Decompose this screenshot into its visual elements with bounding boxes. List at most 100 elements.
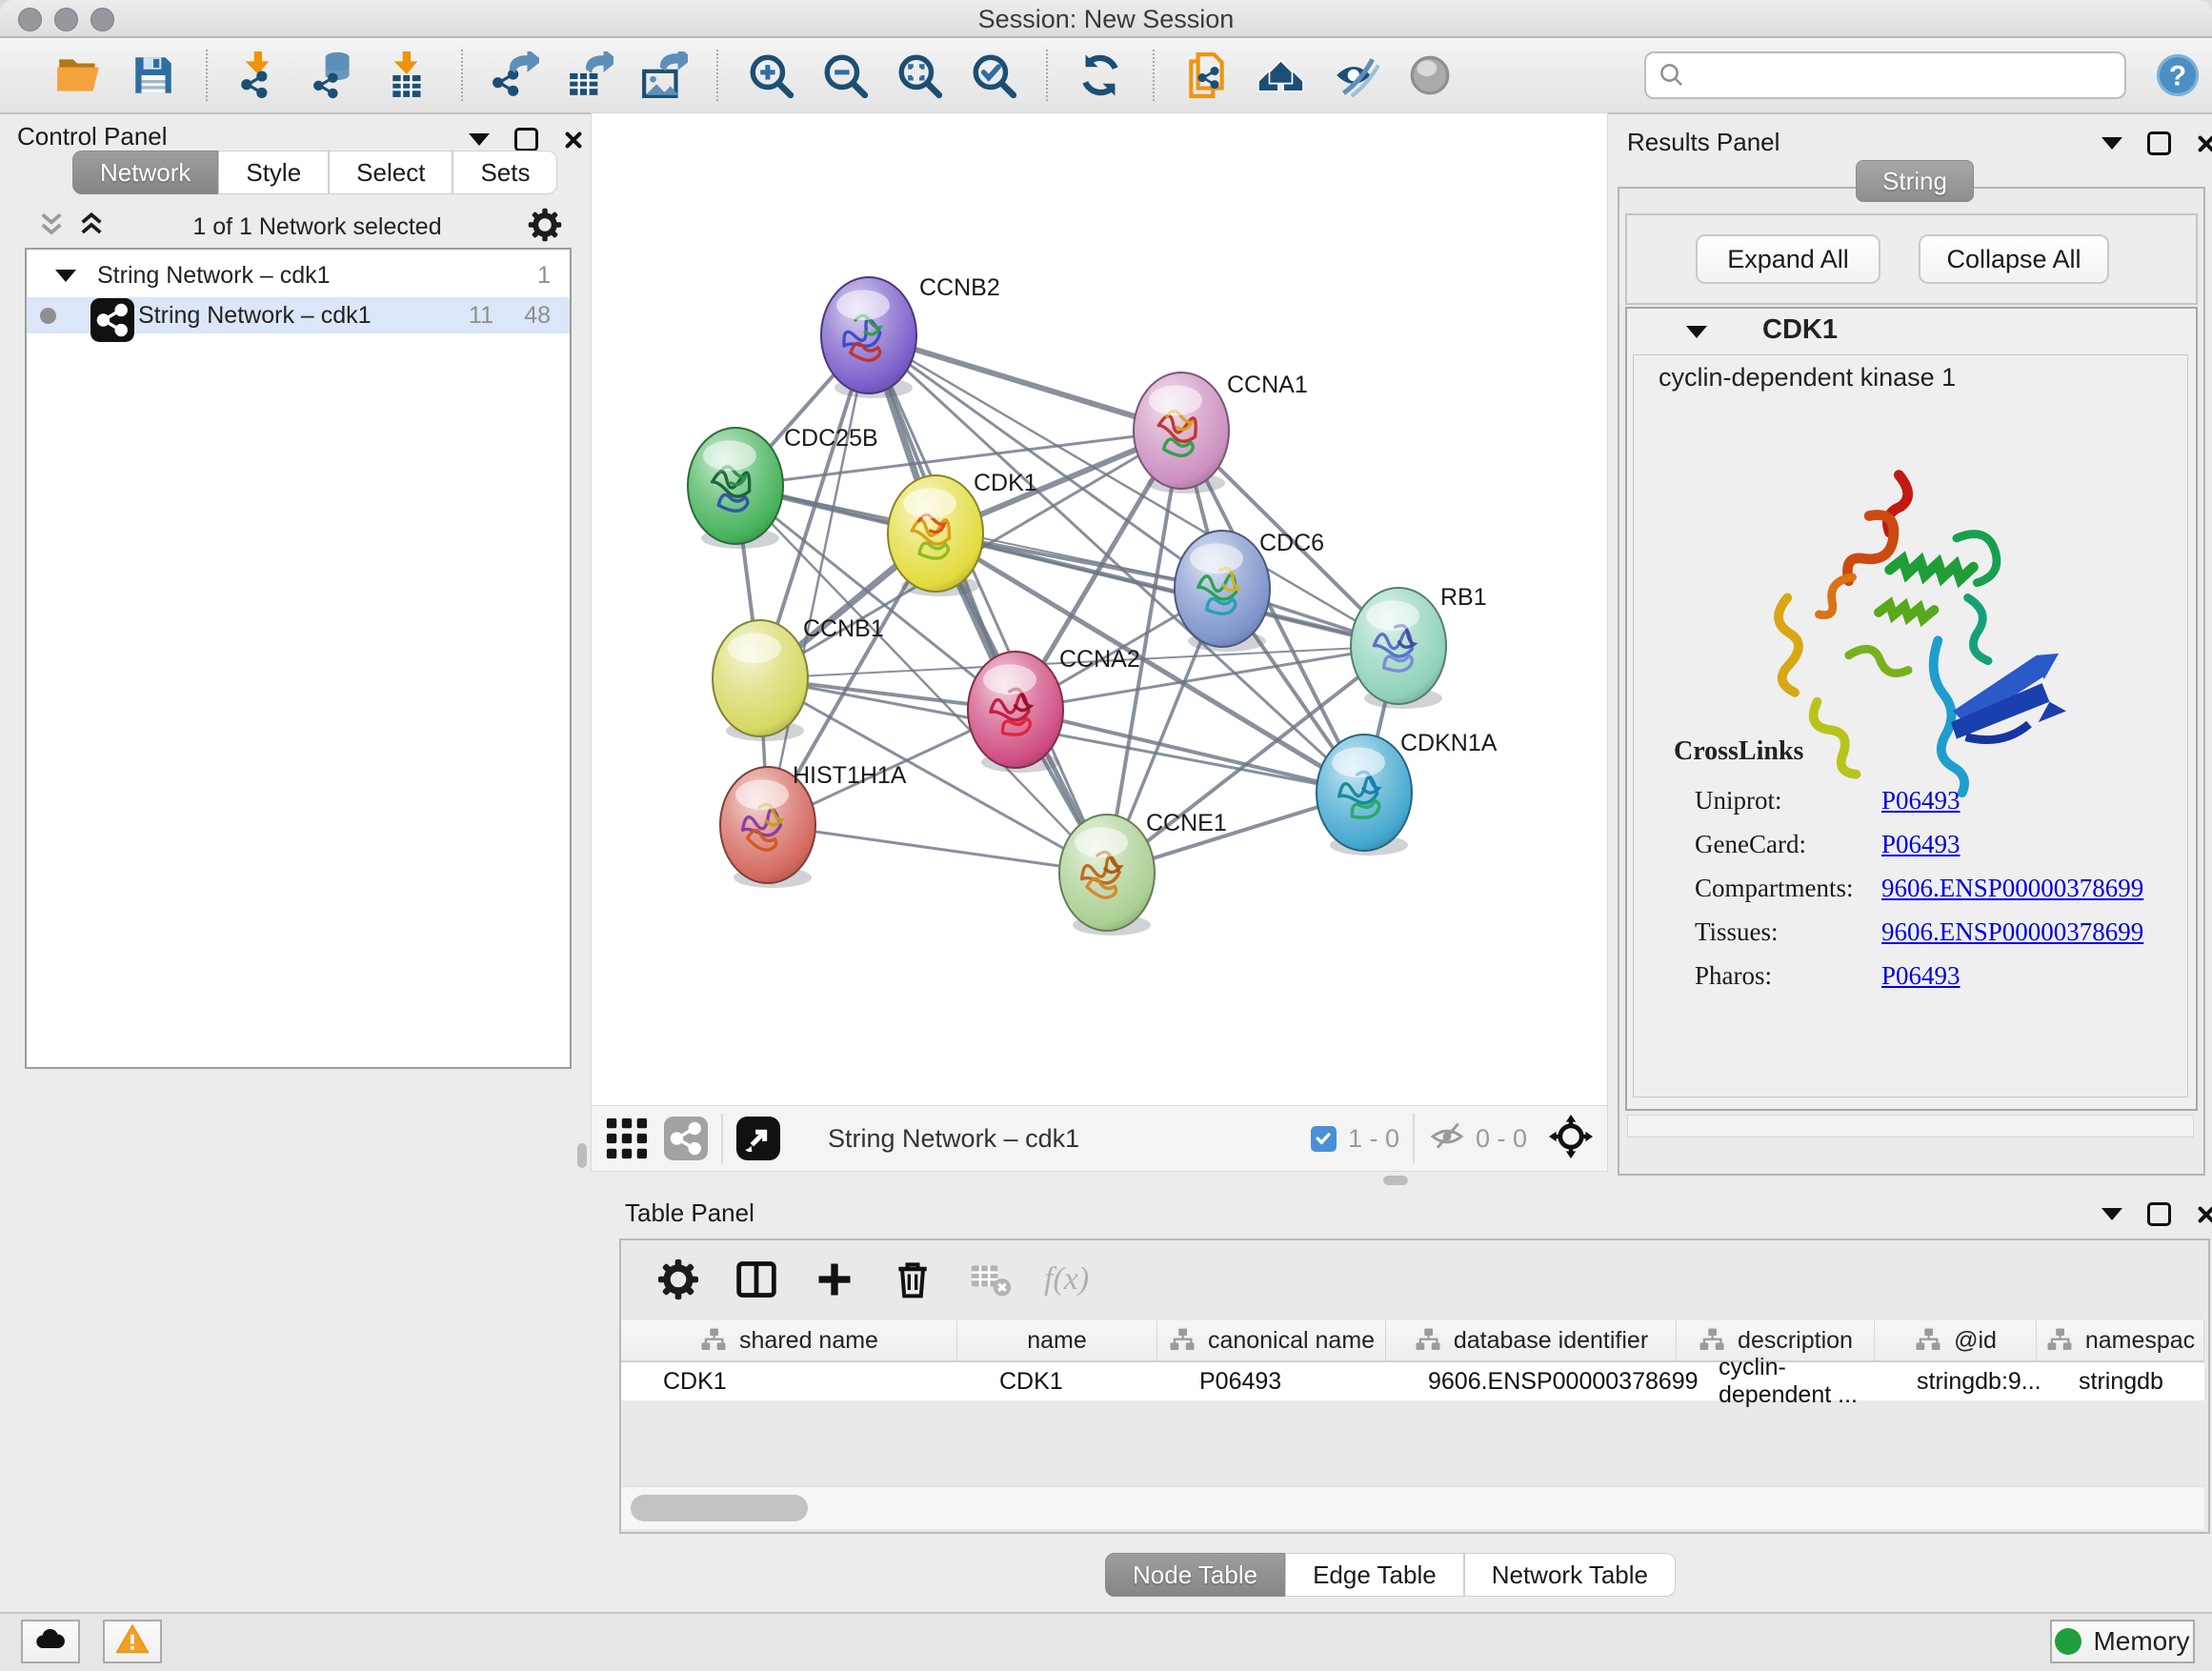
scrollbar-thumb[interactable]: [631, 1495, 808, 1521]
warnings-button[interactable]: [103, 1620, 162, 1663]
tab-edge-table[interactable]: Edge Table: [1285, 1553, 1464, 1597]
vertical-splitter-grip[interactable]: [577, 1143, 587, 1168]
sphere-button[interactable]: [1403, 49, 1457, 102]
global-search-input[interactable]: [1644, 51, 2126, 99]
horizontal-splitter-grip[interactable]: [1383, 1176, 1408, 1185]
crosslink-link[interactable]: P06493: [1881, 786, 1961, 815]
export-network-button[interactable]: [489, 49, 542, 102]
float-panel-icon[interactable]: [2147, 131, 2171, 155]
memory-button[interactable]: Memory: [2050, 1620, 2195, 1663]
column-header-namespac[interactable]: namespac: [2037, 1320, 2204, 1360]
export-image-button[interactable]: [637, 49, 691, 102]
network-node-CCNB2[interactable]: CCNB2: [821, 274, 1000, 398]
collapse-panel-icon[interactable]: [2101, 1208, 2122, 1220]
delete-table-icon: [966, 1255, 1016, 1304]
grid-view-icon[interactable]: [605, 1117, 649, 1160]
hide-unhide-button[interactable]: [1329, 49, 1382, 102]
collapse-all-button[interactable]: Collapse All: [1919, 234, 2109, 284]
tab-select[interactable]: Select: [329, 151, 452, 194]
table-row[interactable]: CDK1CDK1P064939606.ENSP00000378699cyclin…: [621, 1362, 2204, 1400]
network-node-CDC25B[interactable]: CDC25B: [688, 425, 878, 549]
table-cell[interactable]: stringdb:9...: [1875, 1362, 2037, 1400]
table-cell[interactable]: stringdb: [2037, 1362, 2204, 1400]
tab-network-table[interactable]: Network Table: [1464, 1553, 1676, 1597]
results-hscrollbar[interactable]: [1627, 1115, 2194, 1137]
table-cell[interactable]: 9606.ENSP00000378699: [1386, 1362, 1677, 1400]
tab-sets[interactable]: Sets: [452, 151, 557, 194]
edge-count: 48: [524, 302, 551, 330]
zoom-in-button[interactable]: [744, 49, 797, 102]
home-button[interactable]: [1255, 49, 1308, 102]
column-header-database-identifier[interactable]: database identifier: [1386, 1320, 1677, 1360]
network-tree-root-row[interactable]: String Network – cdk1 1: [27, 257, 570, 293]
collapse-panel-icon[interactable]: [469, 133, 490, 146]
section-collapse-icon[interactable]: [1686, 326, 1707, 338]
crosslink-label: GeneCard:: [1695, 830, 1881, 859]
birdseye-crosshair-icon[interactable]: [1548, 1114, 1594, 1164]
network-node-CCNA1[interactable]: CCNA1: [1134, 372, 1308, 493]
column-header-shared-name[interactable]: shared name: [621, 1320, 957, 1360]
tab-style[interactable]: Style: [218, 151, 329, 194]
string-network-graph[interactable]: CCNB2CCNA1CDC25BCDK1CDC6RB1CCNB1CCNA2CDK…: [591, 112, 1606, 1105]
import-network-from-file-button[interactable]: [233, 49, 287, 102]
show-columns-icon[interactable]: [732, 1255, 781, 1304]
network-node-CDKN1A[interactable]: CDKN1A: [1317, 730, 1498, 856]
close-panel-icon[interactable]: [2196, 133, 2212, 154]
tab-node-table[interactable]: Node Table: [1105, 1553, 1285, 1597]
titlebar[interactable]: Session: New Session: [0, 0, 2212, 38]
network-node-CCNB1[interactable]: CCNB1: [713, 615, 884, 741]
network-edges[interactable]: [735, 335, 1398, 873]
table-settings-gear-icon[interactable]: [654, 1255, 703, 1304]
selected-checkbox-icon[interactable]: [1311, 1126, 1337, 1152]
table-cell[interactable]: CDK1: [621, 1362, 957, 1400]
open-view-in-window-icon[interactable]: [736, 1117, 780, 1160]
crosslink-link[interactable]: 9606.ENSP00000378699: [1881, 917, 2143, 947]
table-cell[interactable]: P06493: [1157, 1362, 1386, 1400]
zoom-fit-content-button[interactable]: [893, 49, 946, 102]
network-node-RB1[interactable]: RB1: [1351, 584, 1487, 709]
float-panel-icon[interactable]: [2147, 1202, 2171, 1226]
network-options-gear-icon[interactable]: [528, 208, 562, 247]
expand-all-tree-icon[interactable]: [36, 210, 67, 245]
help-button[interactable]: ?: [2155, 52, 2201, 98]
open-session-button[interactable]: [52, 49, 106, 102]
tab-string[interactable]: String: [1856, 160, 1974, 202]
close-panel-icon[interactable]: [563, 130, 584, 151]
tree-expander-icon[interactable]: [55, 270, 76, 282]
cloud-button[interactable]: [21, 1620, 80, 1663]
float-panel-icon[interactable]: [514, 128, 538, 151]
column-header-canonical-name[interactable]: canonical name: [1157, 1320, 1386, 1360]
network-tree-child-row-selected[interactable]: String Network – cdk1 11 48: [27, 297, 570, 333]
close-panel-icon[interactable]: [2196, 1204, 2212, 1225]
import-table-from-file-button[interactable]: [382, 49, 435, 102]
column-network-icon: [1414, 1326, 1442, 1355]
add-column-icon[interactable]: [810, 1255, 859, 1304]
expand-all-button[interactable]: Expand All: [1696, 234, 1880, 284]
network-node-CCNE1[interactable]: CCNE1: [1059, 810, 1227, 936]
tab-network[interactable]: Network: [72, 151, 218, 194]
network-node-CDK1[interactable]: CDK1: [888, 470, 1037, 596]
node-label-CDC6: CDC6: [1259, 530, 1324, 556]
export-table-button[interactable]: [563, 49, 616, 102]
crosslink-link[interactable]: P06493: [1881, 830, 1961, 859]
delete-column-trash-icon[interactable]: [888, 1255, 937, 1304]
table-cell[interactable]: cyclin-dependent ...: [1677, 1362, 1875, 1400]
save-session-button[interactable]: [127, 49, 180, 102]
zoom-selected-button[interactable]: [967, 49, 1020, 102]
import-network-from-database-button[interactable]: [308, 49, 361, 102]
table-cell[interactable]: CDK1: [957, 1362, 1157, 1400]
network-node-HIST1H1A[interactable]: HIST1H1A: [720, 762, 907, 888]
crosslink-link[interactable]: P06493: [1881, 961, 1961, 991]
control-panel-tabs: NetworkStyleSelectSets: [72, 151, 557, 194]
zoom-out-button[interactable]: [818, 49, 872, 102]
table-hscrollbar[interactable]: [621, 1486, 2204, 1529]
network-node-CDC6[interactable]: CDC6: [1175, 530, 1324, 652]
crosslink-link[interactable]: 9606.ENSP00000378699: [1881, 874, 2143, 903]
refresh-view-button[interactable]: [1074, 49, 1127, 102]
new-network-from-selection-button[interactable]: [1180, 49, 1234, 102]
collapse-all-tree-icon[interactable]: [76, 210, 107, 245]
column-header-name[interactable]: name: [957, 1320, 1157, 1360]
collapse-panel-icon[interactable]: [2101, 137, 2122, 150]
share-network-icon[interactable]: [664, 1117, 708, 1160]
column-header-@id[interactable]: @id: [1875, 1320, 2037, 1360]
